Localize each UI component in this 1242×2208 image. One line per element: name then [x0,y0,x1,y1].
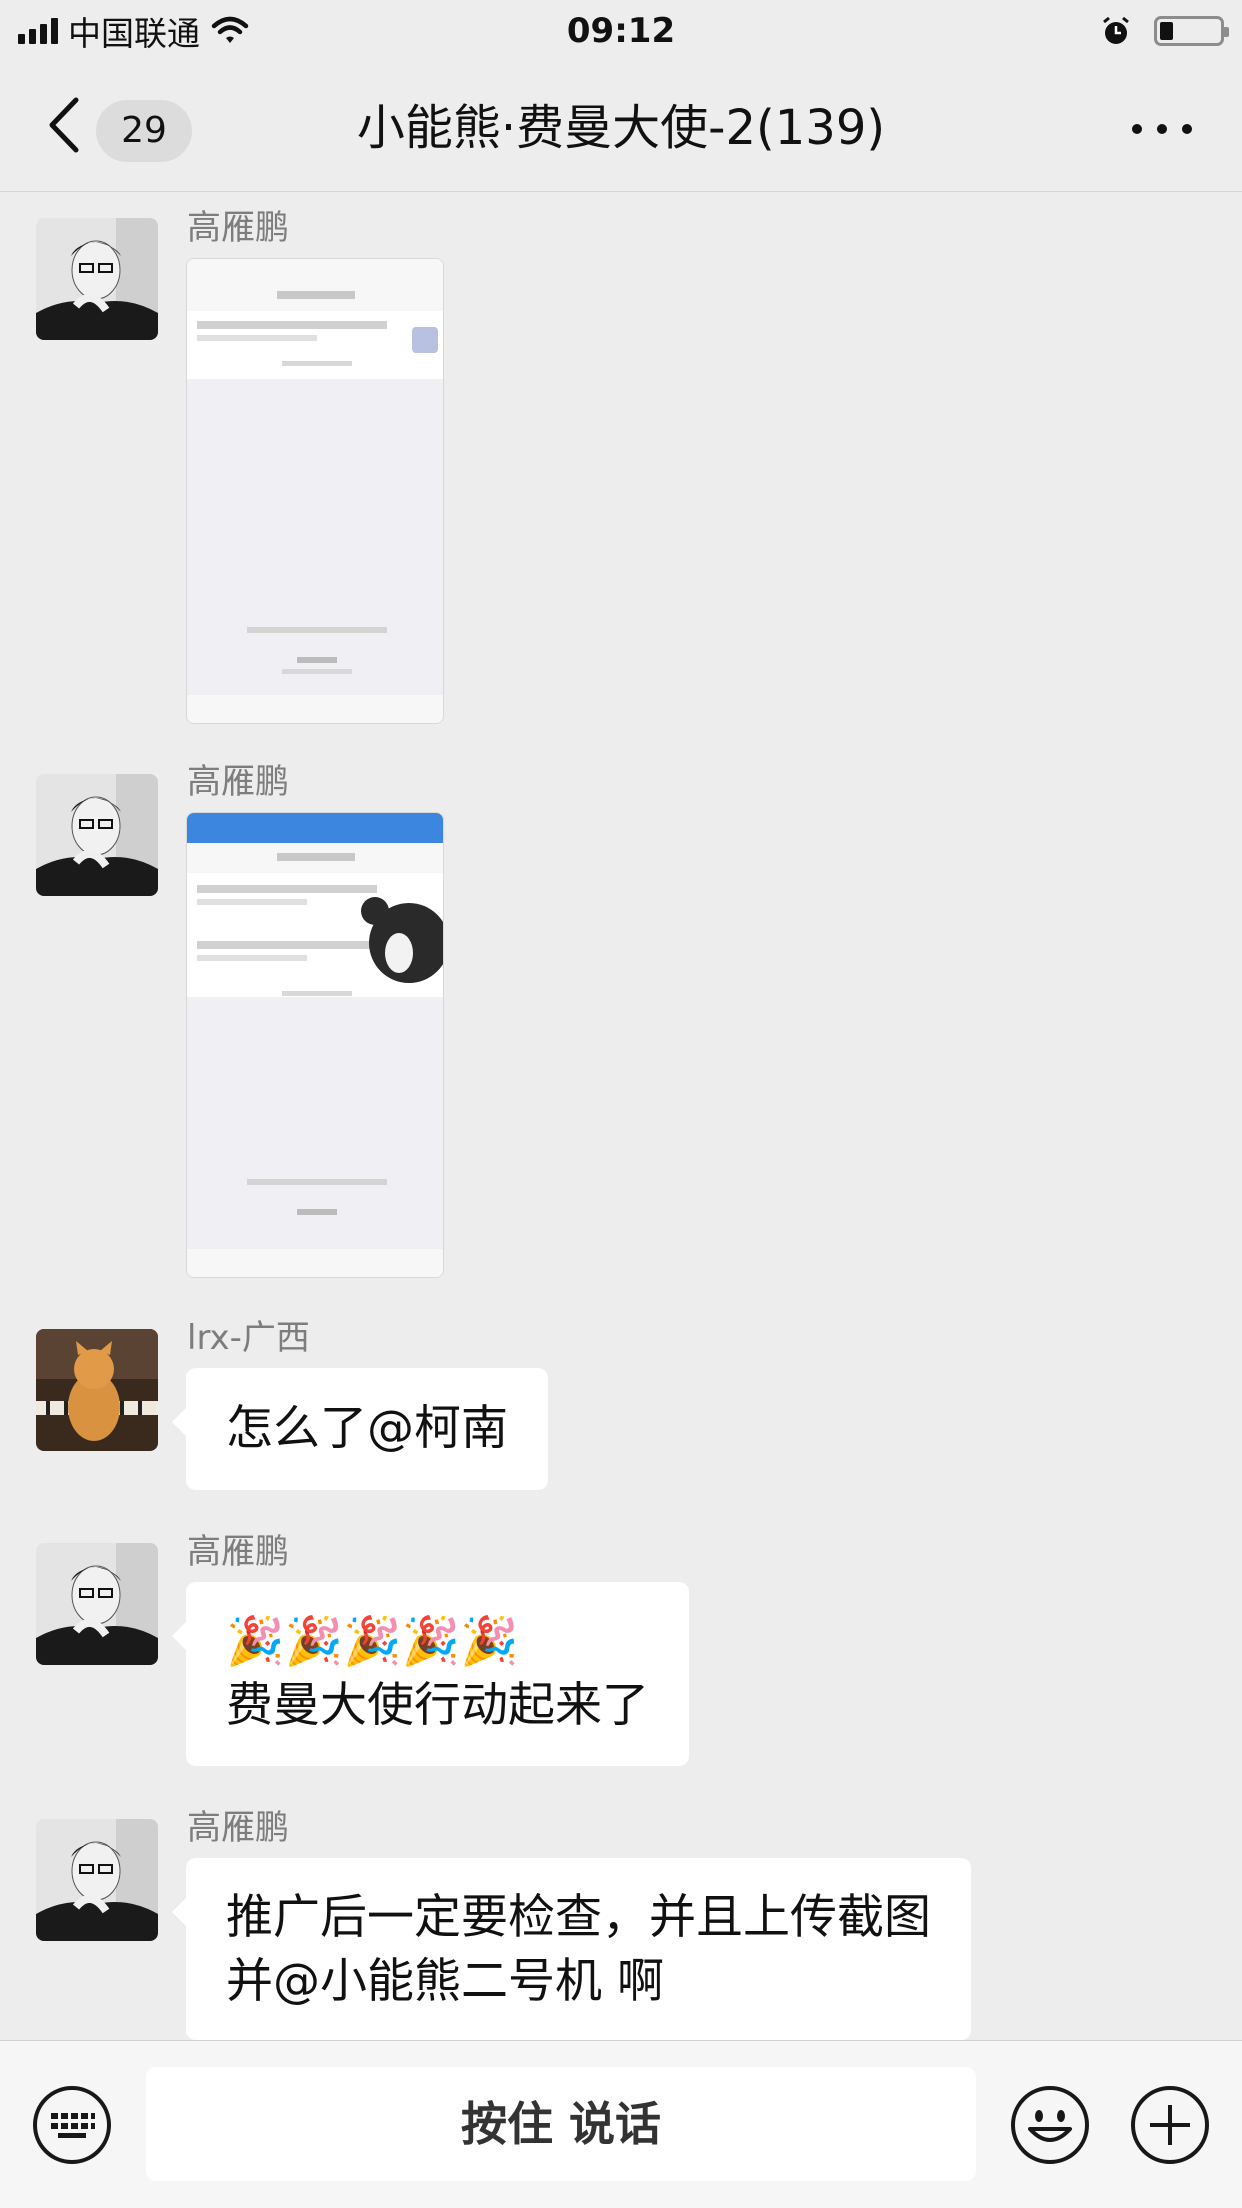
carrier-label: 中国联通 [68,14,200,53]
image-message[interactable] [186,812,444,1278]
sender-name: 高雁鹏 [187,1532,289,1572]
sender-name: 高雁鹏 [187,1808,289,1848]
signal-icon [18,18,58,44]
emoji-icon[interactable] [1010,2085,1090,2165]
text-bubble[interactable]: 推广后一定要检查，并且上传截图 并@小能熊二号机 啊 [172,1858,971,2040]
message-line: 并@小能熊二号机 啊 [226,1954,664,2009]
status-right [1100,15,1229,47]
battery-icon [1154,16,1229,46]
hold-to-talk-button[interactable]: 按住 说话 [146,2067,976,2181]
message-line: 费曼大使行动起来了 [226,1678,649,1733]
alarm-icon [1103,16,1129,44]
sender-name: 高雁鹏 [187,762,289,802]
avatar[interactable] [36,774,158,896]
nav-bar: 29 小能熊·费曼大使-2(139) [0,62,1242,192]
back-icon[interactable] [40,92,90,158]
chat-title: 小能熊·费曼大使-2(139) [356,100,886,156]
sender-name: 高雁鹏 [187,208,289,248]
text-bubble[interactable]: 怎么了@柯南 [172,1368,548,1490]
avatar[interactable] [36,1543,158,1665]
text-bubble[interactable]: 🎉🎉🎉🎉🎉 费曼大使行动起来了 [172,1582,689,1766]
status-bar: 中国联通 09:12 [0,0,1242,62]
input-bar: 按住 说话 [0,2040,1242,2208]
plus-icon[interactable] [1130,2085,1210,2165]
keyboard-icon[interactable] [32,2085,112,2165]
sender-name: lrx-广西 [187,1318,310,1358]
chat-screen: 中国联通 09:12 29 小能熊·费曼大使-2(139) 高雁鹏 高雁鹏 lr… [0,0,1242,2208]
image-message[interactable] [186,258,444,724]
status-left: 中国联通 [18,7,250,55]
message-line: 怎么了@柯南 [226,1401,508,1456]
avatar[interactable] [36,1819,158,1941]
more-icon[interactable] [1132,114,1192,144]
avatar[interactable] [36,218,158,340]
wifi-icon [211,16,249,43]
unread-badge[interactable]: 29 [96,100,192,162]
message-line: 推广后一定要检查，并且上传截图 [226,1890,931,1945]
message-line: 🎉🎉🎉🎉🎉 [226,1614,519,1669]
avatar[interactable] [36,1329,158,1451]
